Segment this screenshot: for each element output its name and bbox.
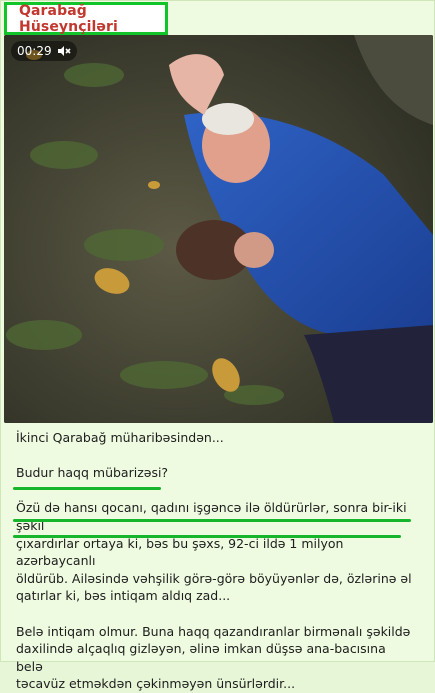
video-duration-badge: 00:29 <box>11 41 77 61</box>
post-line: Belə intiqam olmur. Buna haqq qazandıran… <box>16 623 411 639</box>
post-line: təcavüz etməkdən çəkinməyən ünsürlərdir.… <box>16 676 296 692</box>
post-line: çıxardırlar ortaya ki, bəs bu şəxs, 92-c… <box>16 535 344 569</box>
post-line: öldürüb. Ailəsində vəhşilik görə-görə bö… <box>16 570 412 586</box>
post-line: qatırlar ki, bəs intiqam aldıq zad... <box>16 588 231 604</box>
highlight-underline <box>13 519 411 522</box>
channel-header[interactable]: Qarabağ Hüseynçiləri <box>4 2 168 35</box>
channel-name[interactable]: Qarabağ Hüseynçiləri <box>19 3 165 35</box>
highlight-underline <box>13 487 161 490</box>
post-line: Budur haqq mübarizəsi? <box>16 465 169 481</box>
post-line: Özü də hansı qocanı, qadını işgəncə ilə … <box>16 500 407 533</box>
post-line: daxilində alçaqlıq gizləyən, əlinə imkan… <box>16 641 386 674</box>
video-frame <box>4 35 433 423</box>
post-text: İkinci Qarabağ müharibəsindən... Budur h… <box>16 429 416 693</box>
video-duration: 00:29 <box>17 44 52 58</box>
post-line: İkinci Qarabağ müharibəsindən... <box>16 430 224 445</box>
video-player[interactable] <box>4 35 433 423</box>
muted-speaker-icon[interactable] <box>57 45 71 57</box>
highlight-underline <box>13 535 401 538</box>
message-card: Qarabağ Hüseynçiləri 00:29 İkinci Qaraba… <box>0 0 435 691</box>
